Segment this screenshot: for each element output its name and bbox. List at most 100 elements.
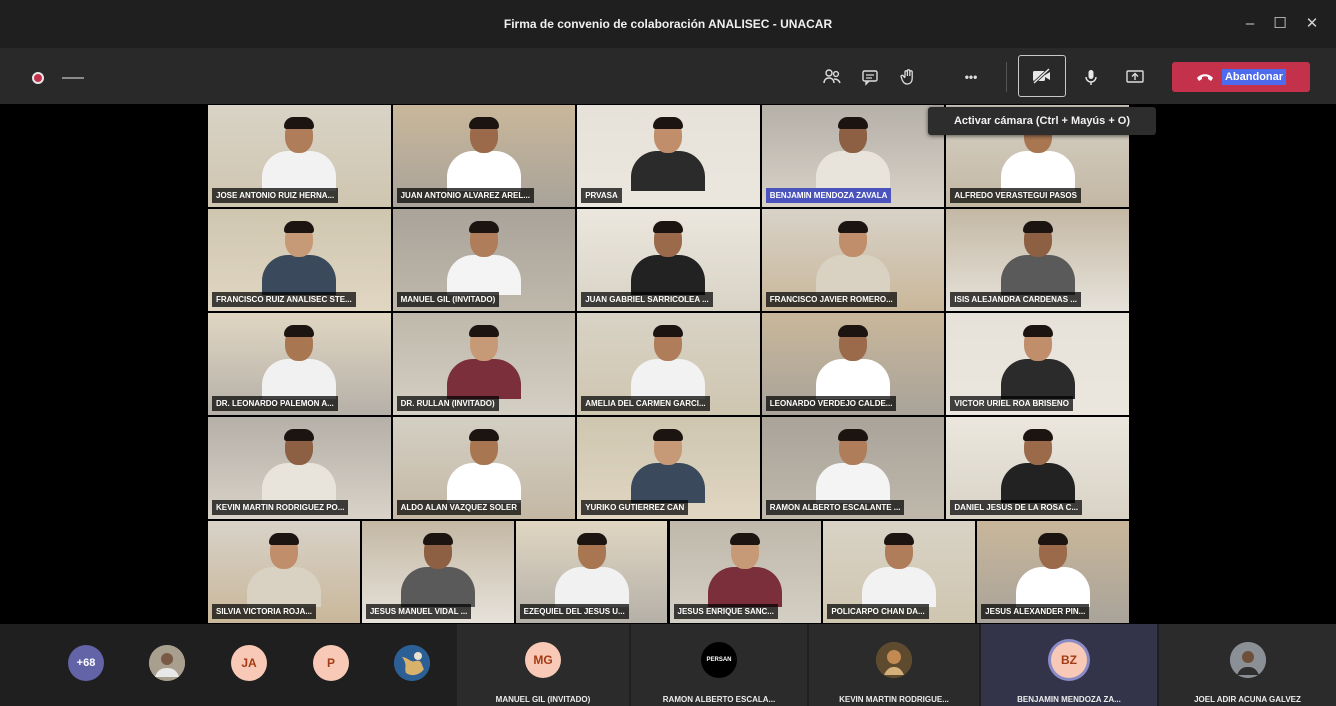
participant-avatar-globe[interactable] [394,645,430,681]
participant-name-label: JOSE ANTONIO RUIZ HERNA... [212,188,339,203]
video-tile[interactable]: SILVIA VICTORIA ROJA... [208,521,360,623]
participant-name-label: POLICARPO CHAN DA... [827,604,929,619]
participant-avatar-p[interactable]: P [313,645,349,681]
participant-name-label: YURIKO GUTIERREZ CAN [581,500,689,515]
participant-name-label: JUAN ANTONIO ALVAREZ AREL... [396,188,534,203]
participant-name-label: JESUS ALEXANDER PIN... [981,604,1090,619]
participant-avatar-photo[interactable] [149,645,185,681]
strip-tile-manuel-gil[interactable]: MG MANUEL GIL (Invitado) [457,624,629,706]
leave-meeting-label: Abandonar [1221,69,1287,85]
video-tile[interactable]: ISIS ALEJANDRA CARDENAS ... [946,209,1129,311]
more-actions-button[interactable]: ••• [957,63,985,91]
participant-video [262,117,337,191]
maximize-button[interactable]: ☐ [1266,10,1294,38]
participant-video [400,533,475,607]
video-tile[interactable]: ALDO ALAN VAZQUEZ SOLER [392,417,576,519]
video-tile[interactable]: JUAN ANTONIO ALVAREZ AREL... [392,105,576,207]
strip-tile-kevin-martin[interactable]: KEVIN MARTIN RODRIGUE... [809,624,979,706]
recording-indicator-icon [32,72,44,84]
chat-button[interactable] [856,63,884,91]
participant-name-label: FRANCISCO JAVIER ROMERO... [765,292,897,307]
video-tile[interactable]: prvasa [577,105,760,207]
video-tile[interactable]: YURIKO GUTIERREZ CAN [577,417,760,519]
video-tile[interactable]: JESUS ENRIQUE SANC... [669,521,822,623]
participant-name-label: VICTOR URIEL ROA BRISENO [950,396,1073,411]
participant-name-label: ALFREDO VERASTEGUI PASOS [950,188,1081,203]
participant-video [1016,533,1091,607]
video-tile[interactable]: POLICARPO CHAN DA... [823,521,976,623]
more-participants-badge[interactable]: +68 [68,645,104,681]
video-tile[interactable]: MANUEL GIL (Invitado) [392,209,576,311]
microphone-button[interactable] [1077,63,1105,91]
participant-video [862,533,937,607]
video-tile[interactable]: JOSE ANTONIO RUIZ HERNA... [208,105,391,207]
participant-name-label: KEVIN MARTIN RODRIGUEZ PO... [212,500,349,515]
participant-video [631,117,706,191]
participant-video [554,533,629,607]
video-tile[interactable]: Francisco Ruiz ANALISEC STE... [208,209,391,311]
participant-name-label: JESUS MANUEL VIDAL ... [365,604,472,619]
participant-name-label: LEONARDO VERDEJO CALDE... [765,396,897,411]
camera-toggle-button[interactable] [1018,55,1066,97]
participant-video [816,429,891,503]
video-tile[interactable]: KEVIN MARTIN RODRIGUEZ PO... [208,417,391,519]
video-tile[interactable]: Dr. Rullan (Invitado) [392,313,576,415]
raise-hand-icon [900,69,913,85]
strip-tile-name: BENJAMIN MENDOZA ZA... [1017,695,1121,704]
raise-hand-button[interactable] [894,63,922,91]
participant-video [816,221,891,295]
user-photo-icon [149,645,185,681]
participant-video [816,325,891,399]
minimize-button[interactable]: – [1236,10,1264,38]
strip-tile-name: RAMON ALBERTO ESCALA... [662,695,776,704]
video-tile[interactable]: LEONARDO VERDEJO CALDE... [761,313,945,415]
participant-video [446,117,521,191]
participant-name-label: MANUEL GIL (Invitado) [396,292,500,307]
meeting-toolbar: ••• Abandonar [0,48,1336,104]
window-titlebar: Firma de convenio de colaboración ANALIS… [0,0,1336,48]
video-tile[interactable]: JESUS ALEXANDER PIN... [977,521,1129,623]
video-tile[interactable]: JUAN GABRIEL SARRICOLEA ... [577,209,760,311]
video-tile[interactable]: VICTOR URIEL ROA BRISENO [946,313,1129,415]
video-tile[interactable]: JESUS MANUEL VIDAL ... [361,521,514,623]
meeting-timer [62,77,84,79]
toolbar-divider [1006,62,1007,92]
participant-video [631,325,706,399]
participant-name-label: SILVIA VICTORIA ROJA... [212,604,317,619]
user-photo-icon [1229,642,1266,678]
participant-name-label: AMELIA DEL CARMEN GARCI... [581,396,710,411]
share-screen-button[interactable] [1121,63,1149,91]
leave-meeting-button[interactable]: Abandonar [1172,62,1310,92]
participant-strip: +68 JA P MG MANUEL GIL (Invitado) PERSAN… [0,624,1336,706]
strip-tile-joel-adir[interactable]: JOEL ADIR ACUNA GALVEZ [1159,624,1336,706]
participant-video [1000,325,1075,399]
video-tile[interactable]: DR. LEONARDO PALEMON A... [208,313,391,415]
participant-video [631,429,706,503]
video-grid: JOSE ANTONIO RUIZ HERNA... JUAN ANTONIO A… [0,104,1336,624]
video-tile[interactable]: RAMON ALBERTO ESCALANTE ... [761,417,945,519]
globe-photo-icon [394,645,430,681]
participants-button[interactable] [818,63,846,91]
video-tile[interactable]: FRANCISCO JAVIER ROMERO... [761,209,945,311]
participant-name-label: DANIEL JESUS DE LA ROSA C... [950,500,1083,515]
video-tile[interactable]: BENJAMIN MENDOZA ZAVALA [761,105,945,207]
participant-video [1000,429,1075,503]
participant-name-label: ISIS ALEJANDRA CARDENAS ... [950,292,1081,307]
participant-name-label: BENJAMIN MENDOZA ZAVALA [765,188,892,203]
participant-name-label: RAMON ALBERTO ESCALANTE ... [765,500,905,515]
participant-avatar-ja[interactable]: JA [231,645,267,681]
participant-video [246,533,321,607]
participant-video [446,429,521,503]
close-button[interactable]: ✕ [1298,10,1326,38]
strip-tile-benjamin-mendoza[interactable]: BZ BENJAMIN MENDOZA ZA... [981,624,1157,706]
participant-video [262,221,337,295]
strip-tile-name: KEVIN MARTIN RODRIGUE... [839,695,949,704]
strip-tile-ramon-alberto[interactable]: PERSAN RAMON ALBERTO ESCALA... [631,624,807,706]
video-tile[interactable]: EZEQUIEL DEL JESUS U... [515,521,668,623]
participant-name-label: DR. LEONARDO PALEMON A... [212,396,338,411]
participant-name-label: Dr. Rullan (Invitado) [396,396,499,411]
video-tile[interactable]: AMELIA DEL CARMEN GARCI... [577,313,760,415]
video-tile[interactable]: DANIEL JESUS DE LA ROSA C... [946,417,1129,519]
share-screen-icon [1126,70,1144,83]
participant-video [446,325,521,399]
